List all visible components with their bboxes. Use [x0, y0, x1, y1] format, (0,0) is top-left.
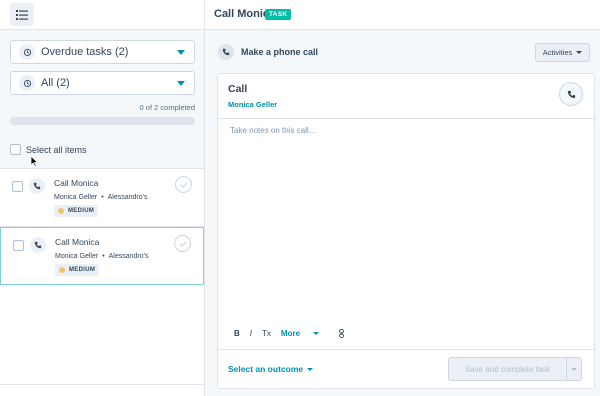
- task-company: Alessandro's: [107, 194, 148, 201]
- priority-dot-icon: [59, 267, 65, 273]
- more-label: More: [280, 329, 301, 338]
- outcome-dropdown[interactable]: Select an outcome: [228, 364, 314, 374]
- select-all-checkbox[interactable]: [10, 144, 21, 155]
- activity-header-label: Make a phone call: [241, 47, 319, 57]
- task-checkbox[interactable]: [12, 181, 23, 192]
- task-checkbox[interactable]: [13, 240, 24, 251]
- call-card-footer: Select an outcome Save and complete task: [218, 349, 594, 388]
- priority-badge: MEDIUM: [55, 264, 100, 276]
- outcome-label: Select an outcome: [228, 364, 304, 374]
- priority-label: MEDIUM: [68, 208, 95, 214]
- chevron-down-icon: [576, 51, 583, 54]
- complete-task-button[interactable]: [175, 176, 192, 193]
- task-contact: Monica Geller: [55, 253, 99, 260]
- phone-icon: [218, 44, 234, 60]
- chevron-down-icon: [571, 367, 577, 371]
- chevron-down-icon: [307, 367, 314, 371]
- rich-text-toolbar: B I Tx More: [234, 329, 354, 338]
- call-contact-link[interactable]: Monica Geller: [228, 100, 277, 109]
- top-bar: Call Monica TASK: [0, 0, 600, 30]
- task-name: Call Monica: [54, 178, 99, 188]
- task-name: Call Monica: [55, 237, 100, 247]
- italic-button[interactable]: I: [250, 329, 252, 338]
- mouse-cursor-icon: [30, 155, 39, 167]
- queue-icon: [19, 44, 35, 60]
- clear-format-button[interactable]: Tx: [262, 329, 271, 338]
- call-notes-input[interactable]: Take notes on this call...: [230, 126, 315, 135]
- filter-icon: [19, 75, 35, 91]
- chevron-down-icon: [313, 332, 320, 335]
- task-company: Alessandro's: [108, 253, 149, 260]
- phone-icon: [29, 178, 45, 194]
- priority-dot-icon: [58, 208, 64, 214]
- save-options-dropdown[interactable]: [566, 357, 582, 381]
- complete-task-button[interactable]: [174, 235, 191, 252]
- task-list-item[interactable]: Call Monica Monica Geller • Alessandro's M…: [0, 169, 204, 227]
- call-title: Call: [228, 83, 248, 95]
- select-all-label: Select all items: [26, 144, 87, 155]
- activities-dropdown-button[interactable]: Activities: [535, 43, 590, 62]
- activity-header: Make a phone call: [218, 44, 318, 60]
- list-icon: [16, 9, 28, 20]
- completion-progress-bar: [10, 117, 195, 125]
- completed-count: 0 of 2 completed: [139, 103, 195, 112]
- phone-icon: [30, 237, 46, 253]
- select-all-row[interactable]: Select all items: [10, 144, 87, 155]
- start-call-button[interactable]: [559, 82, 583, 106]
- priority-badge: MEDIUM: [54, 205, 99, 217]
- save-and-complete-button[interactable]: Save and complete task: [448, 357, 567, 381]
- task-list-item[interactable]: Call Monica Monica Geller • Alessandro's M…: [0, 227, 204, 285]
- priority-label: MEDIUM: [69, 267, 96, 273]
- phone-icon: [567, 90, 575, 98]
- link-icon: [339, 329, 344, 338]
- task-queue-panel: Overdue tasks (2) All (2) 0 of 2 complet…: [0, 30, 205, 396]
- top-bar-left: [0, 0, 205, 30]
- filter-dropdown[interactable]: All (2): [10, 71, 195, 95]
- task-meta: Monica Geller • Alessandro's: [55, 253, 149, 260]
- task-meta: Monica Geller • Alessandro's: [54, 194, 148, 201]
- task-type-badge: TASK: [265, 9, 292, 20]
- chevron-down-icon: [177, 81, 185, 86]
- separator-dot: •: [102, 253, 105, 260]
- task-list-toggle-button[interactable]: [10, 3, 34, 26]
- task-contact: Monica Geller: [54, 194, 98, 201]
- checkmark-icon: [179, 241, 186, 247]
- task-detail-panel: Make a phone call Activities Call Monica…: [205, 30, 600, 396]
- pagination-bar: [0, 384, 204, 396]
- task-queue-header: Overdue tasks (2) All (2) 0 of 2 complet…: [0, 30, 204, 169]
- activities-label: Activities: [542, 48, 573, 57]
- checkmark-icon: [180, 182, 187, 188]
- link-button[interactable]: [339, 329, 344, 338]
- call-card-header: Call Monica Geller: [218, 74, 594, 119]
- bold-button[interactable]: B: [234, 329, 240, 338]
- chevron-down-icon: [177, 50, 185, 55]
- call-card: Call Monica Geller Take notes on this ca…: [217, 73, 595, 389]
- separator-dot: •: [101, 194, 104, 201]
- queue-dropdown-label: Overdue tasks (2): [41, 46, 129, 58]
- more-formatting-button[interactable]: More: [281, 329, 329, 338]
- queue-dropdown[interactable]: Overdue tasks (2): [10, 40, 195, 64]
- filter-dropdown-label: All (2): [41, 77, 70, 89]
